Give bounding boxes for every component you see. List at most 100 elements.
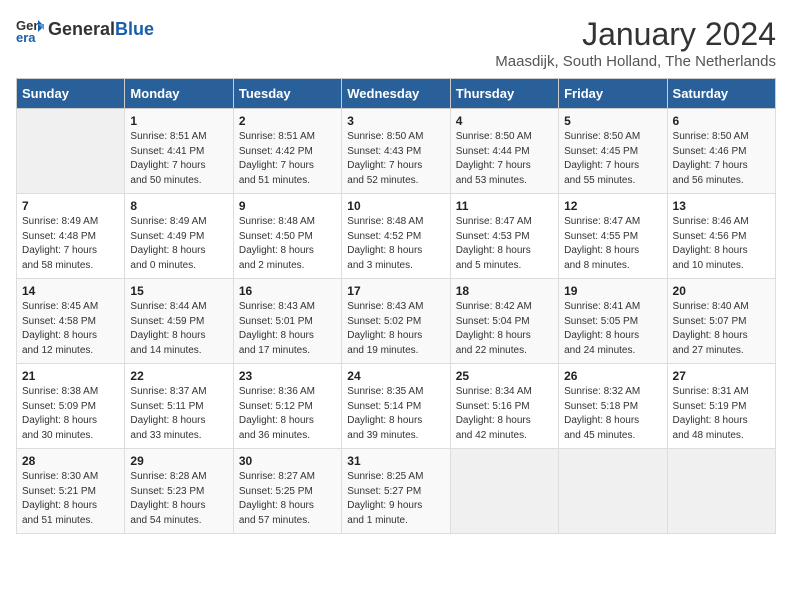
day-info: Sunrise: 8:44 AM Sunset: 4:59 PM Dayligh… [130, 300, 227, 358]
svg-text:era: era [16, 30, 36, 44]
day-number: 21 [22, 369, 119, 383]
day-number: 24 [347, 369, 444, 383]
day-number: 18 [456, 284, 553, 298]
logo: Gen era GeneralBlue [16, 16, 154, 44]
calendar-cell [17, 109, 125, 194]
day-number: 10 [347, 199, 444, 213]
day-number: 13 [673, 199, 770, 213]
calendar-cell: 18Sunrise: 8:42 AM Sunset: 5:04 PM Dayli… [450, 279, 558, 364]
day-info: Sunrise: 8:28 AM Sunset: 5:23 PM Dayligh… [130, 470, 227, 528]
calendar-cell: 25 Sunrise: 8:34 AM Sunset: 5:16 PM Dayli… [450, 364, 558, 449]
day-info: Sunrise: 8:51 AM Sunset: 4:41 PM Dayligh… [130, 130, 227, 188]
day-info: Sunrise: 8:40 AM Sunset: 5:07 PM Dayligh… [673, 300, 770, 358]
weekday-header-row: SundayMondayTuesdayWednesdayThursdayFrid… [17, 79, 776, 109]
day-info: Sunrise: 8:45 AM Sunset: 4:58 PM Dayligh… [22, 300, 119, 358]
day-number: 23 [239, 369, 336, 383]
calendar-cell: 3Sunrise: 8:50 AM Sunset: 4:43 PM Daylig… [342, 109, 450, 194]
calendar-cell: 6Sunrise: 8:50 AM Sunset: 4:46 PM Daylig… [667, 109, 775, 194]
day-info: Sunrise: 8:27 AM Sunset: 5:25 PM Dayligh… [239, 470, 336, 528]
day-info: Sunrise: 8:35 AM Sunset: 5:14 PM Dayligh… [347, 385, 444, 443]
day-info: Sunrise: 8:50 AM Sunset: 4:44 PM Dayligh… [456, 130, 553, 188]
calendar-cell: 8Sunrise: 8:49 AM Sunset: 4:49 PM Daylig… [125, 194, 233, 279]
calendar-cell: 21 Sunrise: 8:38 AM Sunset: 5:09 PM Dayli… [17, 364, 125, 449]
weekday-header-friday: Friday [559, 79, 667, 109]
calendar-week-1: 1 Sunrise: 8:51 AM Sunset: 4:41 PM Daylig… [17, 109, 776, 194]
day-number: 3 [347, 114, 444, 128]
calendar-title: January 2024 [495, 16, 776, 53]
day-number: 31 [347, 454, 444, 468]
day-number: 15 [130, 284, 227, 298]
calendar-cell: 16 Sunrise: 8:43 AM Sunset: 5:01 PM Dayli… [233, 279, 341, 364]
calendar-cell: 24 Sunrise: 8:35 AM Sunset: 5:14 PM Dayli… [342, 364, 450, 449]
calendar-cell: 14Sunrise: 8:45 AM Sunset: 4:58 PM Dayli… [17, 279, 125, 364]
calendar-cell: 19 Sunrise: 8:41 AM Sunset: 5:05 PM Dayli… [559, 279, 667, 364]
calendar-cell: 23 Sunrise: 8:36 AM Sunset: 5:12 PM Dayli… [233, 364, 341, 449]
day-number: 4 [456, 114, 553, 128]
calendar-cell: 13 Sunrise: 8:46 AM Sunset: 4:56 PM Dayli… [667, 194, 775, 279]
calendar-cell: 31 Sunrise: 8:25 AM Sunset: 5:27 PM Dayli… [342, 449, 450, 534]
day-info: Sunrise: 8:36 AM Sunset: 5:12 PM Dayligh… [239, 385, 336, 443]
day-info: Sunrise: 8:47 AM Sunset: 4:55 PM Dayligh… [564, 215, 661, 273]
calendar-week-3: 14Sunrise: 8:45 AM Sunset: 4:58 PM Dayli… [17, 279, 776, 364]
title-area: January 2024 Maasdijk, South Holland, Th… [495, 16, 776, 70]
weekday-header-monday: Monday [125, 79, 233, 109]
logo-blue: Blue [115, 19, 154, 39]
calendar-week-2: 7Sunrise: 8:49 AM Sunset: 4:48 PM Daylig… [17, 194, 776, 279]
day-number: 20 [673, 284, 770, 298]
weekday-header-sunday: Sunday [17, 79, 125, 109]
logo-general: General [48, 19, 115, 39]
day-info: Sunrise: 8:43 AM Sunset: 5:01 PM Dayligh… [239, 300, 336, 358]
day-number: 17 [347, 284, 444, 298]
day-info: Sunrise: 8:49 AM Sunset: 4:48 PM Dayligh… [22, 215, 119, 273]
calendar-cell: 12 Sunrise: 8:47 AM Sunset: 4:55 PM Dayli… [559, 194, 667, 279]
day-info: Sunrise: 8:31 AM Sunset: 5:19 PM Dayligh… [673, 385, 770, 443]
calendar-cell: 22Sunrise: 8:37 AM Sunset: 5:11 PM Dayli… [125, 364, 233, 449]
day-number: 1 [130, 114, 227, 128]
logo-text: GeneralBlue [48, 20, 154, 40]
calendar-cell: 15 Sunrise: 8:44 AM Sunset: 4:59 PM Dayli… [125, 279, 233, 364]
day-number: 25 [456, 369, 553, 383]
weekday-header-thursday: Thursday [450, 79, 558, 109]
day-info: Sunrise: 8:38 AM Sunset: 5:09 PM Dayligh… [22, 385, 119, 443]
day-info: Sunrise: 8:30 AM Sunset: 5:21 PM Dayligh… [22, 470, 119, 528]
calendar-cell [667, 449, 775, 534]
day-info: Sunrise: 8:34 AM Sunset: 5:16 PM Dayligh… [456, 385, 553, 443]
day-info: Sunrise: 8:50 AM Sunset: 4:45 PM Dayligh… [564, 130, 661, 188]
day-number: 16 [239, 284, 336, 298]
day-info: Sunrise: 8:48 AM Sunset: 4:52 PM Dayligh… [347, 215, 444, 273]
calendar-cell [559, 449, 667, 534]
calendar-subtitle: Maasdijk, South Holland, The Netherlands [495, 53, 776, 70]
calendar-cell: 9Sunrise: 8:48 AM Sunset: 4:50 PM Daylig… [233, 194, 341, 279]
day-info: Sunrise: 8:47 AM Sunset: 4:53 PM Dayligh… [456, 215, 553, 273]
calendar-cell: 27 Sunrise: 8:31 AM Sunset: 5:19 PM Dayli… [667, 364, 775, 449]
calendar-cell: 30 Sunrise: 8:27 AM Sunset: 5:25 PM Dayli… [233, 449, 341, 534]
day-info: Sunrise: 8:50 AM Sunset: 4:46 PM Dayligh… [673, 130, 770, 188]
day-info: Sunrise: 8:41 AM Sunset: 5:05 PM Dayligh… [564, 300, 661, 358]
logo-icon: Gen era [16, 16, 44, 44]
day-info: Sunrise: 8:25 AM Sunset: 5:27 PM Dayligh… [347, 470, 444, 528]
calendar-week-4: 21 Sunrise: 8:38 AM Sunset: 5:09 PM Dayli… [17, 364, 776, 449]
day-info: Sunrise: 8:43 AM Sunset: 5:02 PM Dayligh… [347, 300, 444, 358]
day-info: Sunrise: 8:48 AM Sunset: 4:50 PM Dayligh… [239, 215, 336, 273]
calendar-cell: 29Sunrise: 8:28 AM Sunset: 5:23 PM Dayli… [125, 449, 233, 534]
day-number: 22 [130, 369, 227, 383]
calendar-cell: 2 Sunrise: 8:51 AM Sunset: 4:42 PM Daylig… [233, 109, 341, 194]
day-number: 5 [564, 114, 661, 128]
day-info: Sunrise: 8:46 AM Sunset: 4:56 PM Dayligh… [673, 215, 770, 273]
day-info: Sunrise: 8:51 AM Sunset: 4:42 PM Dayligh… [239, 130, 336, 188]
calendar-cell: 7Sunrise: 8:49 AM Sunset: 4:48 PM Daylig… [17, 194, 125, 279]
day-number: 12 [564, 199, 661, 213]
day-number: 27 [673, 369, 770, 383]
calendar-cell: 26Sunrise: 8:32 AM Sunset: 5:18 PM Dayli… [559, 364, 667, 449]
day-number: 30 [239, 454, 336, 468]
calendar-cell: 1 Sunrise: 8:51 AM Sunset: 4:41 PM Daylig… [125, 109, 233, 194]
day-number: 26 [564, 369, 661, 383]
weekday-header-saturday: Saturday [667, 79, 775, 109]
page-header: Gen era GeneralBlue January 2024 Maasdij… [16, 16, 776, 70]
day-number: 8 [130, 199, 227, 213]
day-number: 11 [456, 199, 553, 213]
calendar-cell: 5 Sunrise: 8:50 AM Sunset: 4:45 PM Daylig… [559, 109, 667, 194]
weekday-header-wednesday: Wednesday [342, 79, 450, 109]
day-number: 2 [239, 114, 336, 128]
day-number: 19 [564, 284, 661, 298]
